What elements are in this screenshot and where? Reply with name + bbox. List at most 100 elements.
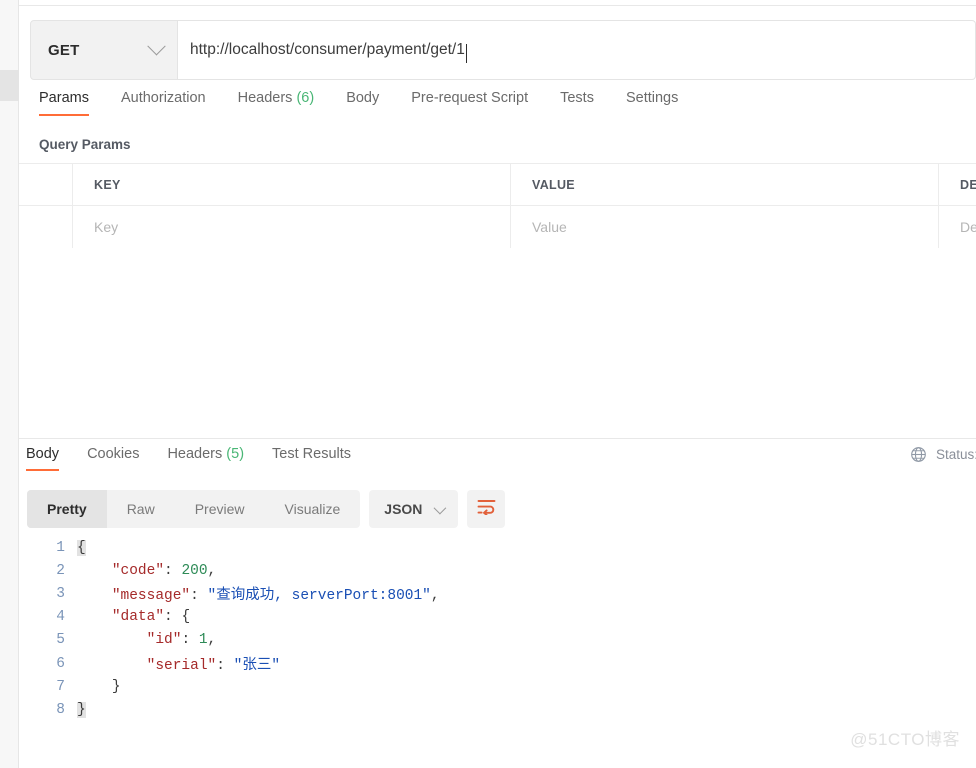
view-mode-pretty-label: Pretty xyxy=(47,501,87,517)
code-token: "张三" xyxy=(233,658,281,675)
view-mode-raw-label: Raw xyxy=(126,501,155,517)
code-line: 7 } xyxy=(19,675,976,698)
request-response-pane: GET http://localhost/consumer/payment/ge… xyxy=(19,6,976,768)
code-token: "serial" xyxy=(146,658,217,675)
header-key-cell: KEY xyxy=(73,163,511,206)
code-token: : xyxy=(164,609,182,626)
tab-pre-request-script[interactable]: Pre-request Script xyxy=(411,90,528,116)
response-format-label: JSON xyxy=(384,501,423,517)
response-tab-headers-count: (5) xyxy=(226,446,245,462)
row-description-input[interactable]: De xyxy=(939,206,976,248)
header-value-cell: VALUE xyxy=(511,163,939,206)
response-section-divider xyxy=(19,438,976,439)
response-tab-headers-label: Headers xyxy=(167,446,223,462)
row-value-input[interactable]: Value xyxy=(511,206,939,248)
tab-headers[interactable]: Headers (6) xyxy=(238,90,315,116)
code-token: , xyxy=(207,562,217,579)
line-number: 6 xyxy=(56,655,65,672)
line-number: 5 xyxy=(56,632,65,649)
tab-tests[interactable]: Tests xyxy=(560,90,594,116)
query-params-heading: Query Params xyxy=(39,137,131,152)
table-header-row: KEY VALUE DE xyxy=(19,163,976,206)
code-token: : xyxy=(181,632,199,649)
code-token: , xyxy=(430,588,440,605)
tab-body[interactable]: Body xyxy=(346,90,379,116)
line-number: 2 xyxy=(56,562,65,579)
row-key-input[interactable]: Key xyxy=(73,206,511,248)
code-token: { xyxy=(181,609,191,626)
header-key-label: KEY xyxy=(94,177,121,192)
tab-pre-request-script-label: Pre-request Script xyxy=(411,90,529,106)
line-number: 3 xyxy=(56,585,65,602)
tab-params[interactable]: Params xyxy=(39,90,89,116)
code-line: 5 "id": 1, xyxy=(19,629,976,652)
tab-tests-label: Tests xyxy=(560,90,594,106)
response-view-toolbar: Pretty Raw Preview Visualize JSON xyxy=(27,490,506,528)
header-description-cell: DE xyxy=(939,164,976,206)
view-mode-visualize-label: Visualize xyxy=(284,501,341,517)
view-mode-preview[interactable]: Preview xyxy=(175,490,265,528)
tab-params-label: Params xyxy=(39,90,89,106)
tab-headers-label: Headers xyxy=(237,90,293,106)
code-token: , xyxy=(207,632,217,649)
code-text: "code": 200, xyxy=(77,563,976,579)
response-tab-headers[interactable]: Headers (5) xyxy=(167,446,244,471)
code-line: 1{ xyxy=(19,536,976,559)
tab-settings[interactable]: Settings xyxy=(626,90,678,116)
code-lines: 1{2 "code": 200, 3 "message": "查询成功, serv… xyxy=(19,536,976,722)
code-line: 3 "message": "查询成功, serverPort:8001", xyxy=(19,582,976,605)
sidebar-rail xyxy=(0,0,19,768)
code-token: : xyxy=(190,588,208,605)
tab-headers-count: (6) xyxy=(296,90,315,106)
http-method-label: GET xyxy=(48,41,80,59)
code-token: "message" xyxy=(111,588,191,605)
code-text: } xyxy=(77,679,976,695)
wrap-text-icon xyxy=(477,499,496,520)
header-checkbox-cell xyxy=(19,163,73,206)
code-token: "查询成功, serverPort:8001" xyxy=(207,588,431,605)
http-method-select[interactable]: GET xyxy=(30,20,178,80)
row-checkbox-cell[interactable] xyxy=(19,206,73,248)
code-token: 1 xyxy=(198,632,208,649)
code-text: "data": { xyxy=(77,609,976,625)
line-number: 4 xyxy=(56,609,65,626)
view-mode-raw[interactable]: Raw xyxy=(107,490,175,528)
tab-body-label: Body xyxy=(346,90,380,106)
wrap-text-button[interactable] xyxy=(467,490,506,528)
tab-settings-label: Settings xyxy=(625,90,679,106)
code-token: : xyxy=(216,658,234,675)
code-text: } xyxy=(77,701,976,718)
line-number: 8 xyxy=(56,701,65,718)
code-token: { xyxy=(77,539,86,556)
view-mode-pretty[interactable]: Pretty xyxy=(27,490,107,528)
params-empty-area xyxy=(19,248,976,438)
code-token: "code" xyxy=(111,562,165,579)
watermark: @51CTO博客 xyxy=(850,730,960,749)
view-mode-preview-label: Preview xyxy=(194,501,245,517)
table-row: Key Value De xyxy=(19,206,976,248)
line-number: 1 xyxy=(56,539,65,556)
tab-authorization[interactable]: Authorization xyxy=(121,90,206,116)
code-token: 200 xyxy=(181,562,208,579)
row-description-placeholder: De xyxy=(960,219,976,235)
query-params-table: KEY VALUE DE Key Value De xyxy=(19,163,976,249)
code-text: { xyxy=(77,539,976,556)
line-number: 7 xyxy=(56,678,65,695)
view-mode-group: Pretty Raw Preview Visualize xyxy=(27,490,361,528)
sidebar-resize-handle[interactable] xyxy=(0,70,19,101)
response-tab-body-label: Body xyxy=(26,446,60,462)
response-tab-cookies[interactable]: Cookies xyxy=(87,446,139,471)
response-meta: Status: xyxy=(910,446,976,463)
url-input[interactable]: http://localhost/consumer/payment/get/1 xyxy=(178,20,976,80)
globe-icon xyxy=(910,446,927,463)
view-mode-visualize[interactable]: Visualize xyxy=(265,490,361,528)
response-tab-body[interactable]: Body xyxy=(26,446,60,471)
response-tab-test-results[interactable]: Test Results xyxy=(272,446,351,471)
response-format-select[interactable]: JSON xyxy=(369,490,459,528)
tab-authorization-label: Authorization xyxy=(120,90,206,106)
response-body-viewer[interactable]: 1{2 "code": 200, 3 "message": "查询成功, serv… xyxy=(19,536,976,768)
